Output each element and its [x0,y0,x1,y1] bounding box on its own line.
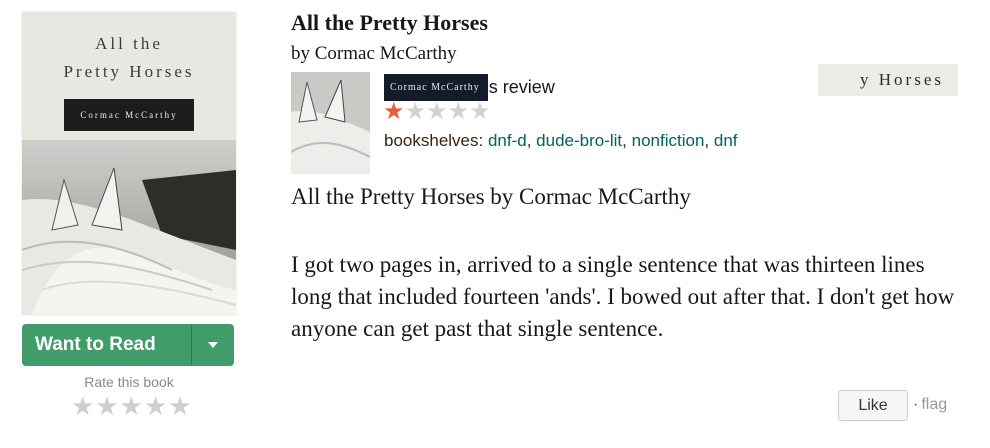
rate-this-book-label: Rate this book [84,374,174,390]
review-text: I got two pages in, arrived to a single … [291,252,955,341]
cover-author: Cormac McCarthy [64,99,194,131]
rate-star-3[interactable]: ★ [120,393,143,419]
review-star-1: ★ [383,98,405,125]
chevron-down-icon [208,342,218,348]
review-star-3: ★ [426,98,448,125]
shelf-link-dnf[interactable]: dnf [714,131,738,150]
flag-area: · flag [913,396,948,413]
rate-star-2[interactable]: ★ [95,393,118,419]
want-to-read-control: Want to Read [22,324,234,366]
reviewer-line: Cormac McCarthy s review [384,73,555,101]
rate-star-4[interactable]: ★ [144,393,167,419]
review-star-2: ★ [404,98,427,125]
bookshelves-label: bookshelves: [384,131,484,150]
shelf-dropdown-button[interactable] [192,324,234,366]
rate-stars: ★ ★ ★ ★ ★ [71,393,192,419]
like-button[interactable]: Like [838,390,908,421]
cover-title: All the Pretty Horses [63,34,195,81]
review-star-4: ★ [447,98,470,125]
book-author[interactable]: by Cormac McCarthy [291,43,457,65]
shelf-link-dnf-d[interactable]: dnf-d [488,131,527,150]
book-title[interactable]: All the Pretty Horses [291,10,488,36]
horse-illustration [22,140,236,315]
rate-star-1[interactable]: ★ [71,393,94,419]
reviewer-name-redacted[interactable]: Cormac McCarthy [384,73,488,101]
review-heading: All the Pretty Horses by Cormac McCarthy [291,184,691,209]
shelf-link-nonfiction[interactable]: nonfiction [632,131,705,150]
rate-star-5[interactable]: ★ [168,393,191,419]
book-thumbnail[interactable] [291,72,370,174]
review-label: s review [488,76,555,97]
flag-link[interactable]: flag [921,396,947,413]
review-rating-stars: ★ ★ ★ ★ ★ [383,100,491,124]
want-to-read-button[interactable]: Want to Read [22,324,191,366]
review-star-5: ★ [469,98,491,125]
cover-crop-banner: y Horses [818,64,958,96]
thumbnail-illustration [291,72,370,174]
shelf-link-dude-bro-lit[interactable]: dude-bro-lit [536,131,622,150]
bookshelves-line: bookshelves: dnf-d, dude-bro-lit, nonfic… [384,131,738,150]
book-cover[interactable]: All the Pretty Horses Cormac McCarthy [22,12,236,315]
